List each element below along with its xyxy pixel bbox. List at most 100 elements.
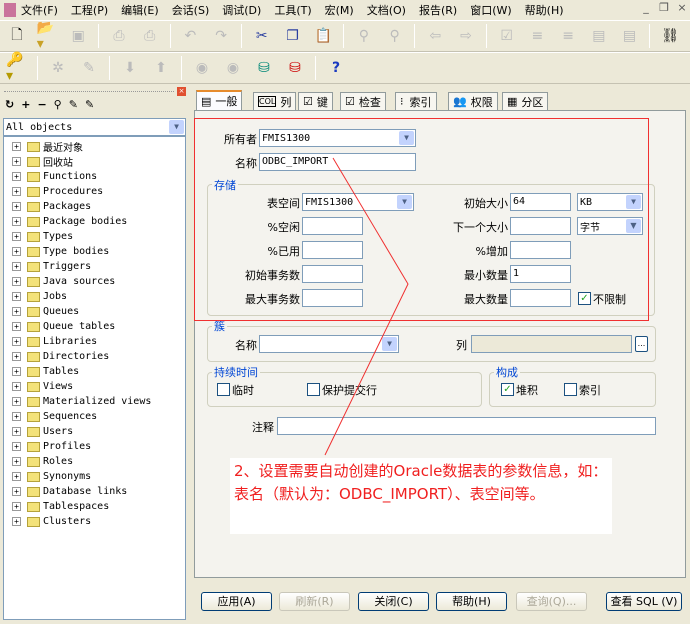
expand-icon[interactable]: + bbox=[12, 517, 21, 526]
restore-button[interactable]: ❐ bbox=[656, 1, 672, 16]
uncomment-icon[interactable]: ▤ bbox=[619, 25, 641, 47]
properties-icon[interactable]: ✎ bbox=[85, 98, 94, 111]
menu-window[interactable]: 窗口(W) bbox=[470, 2, 511, 18]
expand-icon[interactable]: + bbox=[12, 142, 21, 151]
browse-columns-button[interactable]: ... bbox=[635, 336, 648, 352]
expand-icon[interactable]: + bbox=[12, 337, 21, 346]
expand-icon[interactable]: + bbox=[12, 442, 21, 451]
tree-item[interactable]: + Package bodies bbox=[4, 214, 185, 229]
collapse-icon[interactable]: − bbox=[37, 98, 46, 111]
explain-icon[interactable]: ◉ bbox=[191, 57, 213, 79]
connect-icon[interactable]: ⛓ bbox=[659, 25, 681, 47]
tab-indexes[interactable]: ⁝ 索引 bbox=[395, 92, 437, 110]
tree-item[interactable]: + 回收站 bbox=[4, 154, 185, 169]
expand-icon[interactable]: + bbox=[12, 277, 21, 286]
forward-icon[interactable]: ⇨ bbox=[455, 25, 477, 47]
check-icon[interactable]: ☑ bbox=[496, 25, 518, 47]
expand-icon[interactable]: + bbox=[12, 322, 21, 331]
save-icon[interactable]: ▣ bbox=[67, 25, 89, 47]
temporary-checkbox[interactable] bbox=[217, 383, 230, 396]
chevron-down-icon[interactable]: ▼ bbox=[382, 337, 397, 351]
db-disconnect-icon[interactable]: ⛁ bbox=[284, 57, 306, 79]
tab-keys[interactable]: ☑ 键 bbox=[298, 92, 333, 110]
menu-debug[interactable]: 调试(D) bbox=[222, 2, 261, 18]
find-object-icon[interactable]: ⚲ bbox=[54, 98, 62, 111]
help-icon[interactable]: ? bbox=[325, 57, 347, 79]
tree-item[interactable]: + Packages bbox=[4, 199, 185, 214]
sql-icon[interactable]: ◉ bbox=[222, 57, 244, 79]
menu-documents[interactable]: 文档(O) bbox=[367, 2, 406, 18]
indent-icon[interactable]: ≡ bbox=[527, 25, 549, 47]
apply-button[interactable]: 应用(A) bbox=[201, 592, 272, 611]
help-button[interactable]: 帮助(H) bbox=[436, 592, 507, 611]
menu-macro[interactable]: 宏(M) bbox=[325, 2, 354, 18]
preserve-rows-checkbox[interactable] bbox=[307, 383, 320, 396]
cut-icon[interactable]: ✂ bbox=[251, 25, 273, 47]
tree-item[interactable]: + Queues bbox=[4, 304, 185, 319]
menu-project[interactable]: 工程(P) bbox=[71, 2, 108, 18]
open-icon[interactable]: 📂▾ bbox=[37, 20, 59, 52]
debug-icon[interactable]: ✎ bbox=[78, 57, 100, 79]
replace-icon[interactable]: ⚲ bbox=[384, 25, 406, 47]
close-window-button[interactable]: × bbox=[674, 1, 690, 16]
expand-icon[interactable]: + bbox=[12, 202, 21, 211]
query-button[interactable]: 查询(Q)... bbox=[516, 592, 587, 611]
comment-input[interactable] bbox=[277, 417, 656, 435]
expand-icon[interactable]: + bbox=[12, 397, 21, 406]
tree-item[interactable]: + Queue tables bbox=[4, 319, 185, 334]
tree-item[interactable]: + Profiles bbox=[4, 439, 185, 454]
tree-item[interactable]: + Views bbox=[4, 379, 185, 394]
menu-tools[interactable]: 工具(T) bbox=[274, 2, 311, 18]
grip[interactable] bbox=[4, 91, 174, 92]
menu-file[interactable]: 文件(F) bbox=[21, 2, 58, 18]
index-organized-checkbox[interactable] bbox=[564, 383, 577, 396]
expand-icon[interactable]: + bbox=[12, 412, 21, 421]
menu-session[interactable]: 会话(S) bbox=[172, 2, 210, 18]
tab-general[interactable]: ▤ 一般 bbox=[196, 90, 243, 110]
paste-icon[interactable]: 📋 bbox=[312, 25, 334, 47]
tab-columns[interactable]: COL 列 bbox=[253, 92, 297, 110]
heap-checkbox[interactable]: ✓ bbox=[501, 383, 514, 396]
expand-icon[interactable]: + bbox=[12, 187, 21, 196]
tree-item[interactable]: + Clusters bbox=[4, 514, 185, 529]
chevron-down-icon[interactable]: ▼ bbox=[169, 120, 184, 134]
menu-help[interactable]: 帮助(H) bbox=[525, 2, 564, 18]
tree-item[interactable]: + Java sources bbox=[4, 274, 185, 289]
tree-item[interactable]: + Tablespaces bbox=[4, 499, 185, 514]
expand-icon[interactable]: + bbox=[12, 427, 21, 436]
db-search-icon[interactable]: ⛁ bbox=[253, 57, 275, 79]
tab-checks[interactable]: ☑ 检查 bbox=[340, 92, 386, 110]
expand-icon[interactable]: + bbox=[12, 487, 21, 496]
tree-item[interactable]: + Types bbox=[4, 229, 185, 244]
expand-icon[interactable]: + bbox=[12, 352, 21, 361]
view-sql-button[interactable]: 查看 SQL (V) bbox=[606, 592, 682, 611]
comment-icon[interactable]: ▤ bbox=[588, 25, 610, 47]
tree-item[interactable]: + Roles bbox=[4, 454, 185, 469]
filter-icon[interactable]: ✎ bbox=[69, 98, 78, 111]
cluster-columns-input[interactable] bbox=[471, 335, 632, 353]
close-button[interactable]: 关闭(C) bbox=[358, 592, 429, 611]
copy-icon[interactable]: ❐ bbox=[282, 25, 304, 47]
tree-item[interactable]: + 最近对象 bbox=[4, 139, 185, 154]
print-preview-icon[interactable]: ⎙ bbox=[139, 25, 161, 47]
outdent-icon[interactable]: ≡ bbox=[557, 25, 579, 47]
menu-edit[interactable]: 编辑(E) bbox=[121, 2, 159, 18]
tree-item[interactable]: + Tables bbox=[4, 364, 185, 379]
expand-icon[interactable]: + bbox=[12, 247, 21, 256]
tree-item[interactable]: + Jobs bbox=[4, 289, 185, 304]
tree-item[interactable]: + Functions bbox=[4, 169, 185, 184]
undo-icon[interactable]: ↶ bbox=[180, 25, 202, 47]
expand-icon[interactable]: + bbox=[12, 262, 21, 271]
find-icon[interactable]: ⚲ bbox=[353, 25, 375, 47]
redo-icon[interactable]: ↷ bbox=[210, 25, 232, 47]
tree-item[interactable]: + Materialized views bbox=[4, 394, 185, 409]
compile-icon[interactable]: ✲ bbox=[47, 57, 69, 79]
tree-item[interactable]: + Users bbox=[4, 424, 185, 439]
cluster-name-select[interactable]: ▼ bbox=[259, 335, 399, 353]
expand-icon[interactable]: + bbox=[12, 307, 21, 316]
expand-icon[interactable]: + bbox=[12, 232, 21, 241]
tree-item[interactable]: + Triggers bbox=[4, 259, 185, 274]
tree-item[interactable]: + Libraries bbox=[4, 334, 185, 349]
print-icon[interactable]: ⎙ bbox=[108, 25, 130, 47]
menu-reports[interactable]: 报告(R) bbox=[419, 2, 457, 18]
